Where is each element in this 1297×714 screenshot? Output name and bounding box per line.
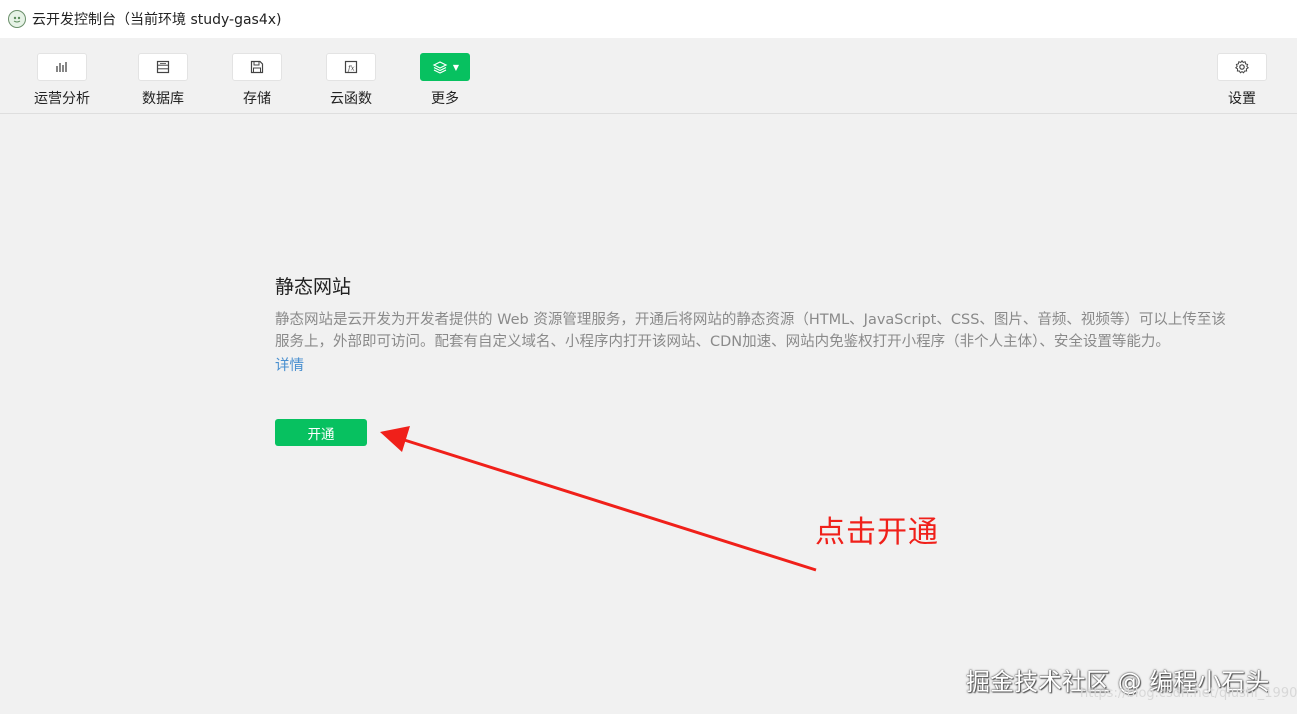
details-link[interactable]: 详情 — [275, 354, 304, 375]
toolbar-item-database[interactable]: 数据库 — [138, 53, 188, 108]
watermark-url: https://blog.csdn.net/qiushi_1990 — [1080, 686, 1297, 701]
toolbar: 运营分析 数据库 存储 fx 云函数 ▼ 更多 设置 — [0, 38, 1297, 114]
toolbar-label: 云函数 — [330, 91, 372, 107]
toolbar-item-settings[interactable]: 设置 — [1217, 53, 1267, 108]
static-website-panel: 静态网站 静态网站是云开发为开发者提供的 Web 资源管理服务，开通后将网站的静… — [275, 272, 1235, 375]
chevron-down-icon: ▼ — [452, 62, 460, 72]
toolbar-label: 更多 — [431, 91, 459, 107]
save-icon[interactable] — [232, 53, 282, 81]
toolbar-item-cloud-function[interactable]: fx 云函数 — [326, 53, 376, 108]
open-service-button[interactable]: 开通 — [275, 419, 367, 446]
page-title: 静态网站 — [275, 276, 352, 298]
database-icon[interactable] — [138, 53, 188, 81]
toolbar-label: 运营分析 — [34, 91, 90, 107]
bar-chart-icon[interactable] — [37, 53, 87, 81]
toolbar-item-analytics[interactable]: 运营分析 — [34, 53, 90, 108]
annotation-label: 点击开通 — [815, 515, 939, 550]
window-title: 云开发控制台（当前环境 study-gas4x) — [32, 12, 282, 28]
page-description: 静态网站是云开发为开发者提供的 Web 资源管理服务，开通后将网站的静态资源（H… — [275, 312, 1226, 350]
title-bar: 云开发控制台（当前环境 study-gas4x) — [0, 0, 1297, 38]
toolbar-label: 设置 — [1228, 91, 1256, 107]
svg-text:fx: fx — [347, 65, 355, 73]
gear-icon[interactable] — [1217, 53, 1267, 81]
toolbar-label: 存储 — [243, 91, 271, 107]
toolbar-label: 数据库 — [142, 91, 184, 107]
function-icon[interactable]: fx — [326, 53, 376, 81]
app-logo-icon — [8, 10, 26, 28]
toolbar-item-more[interactable]: ▼ 更多 — [420, 53, 470, 108]
toolbar-item-storage[interactable]: 存储 — [232, 53, 282, 108]
layers-icon[interactable]: ▼ — [420, 53, 470, 81]
